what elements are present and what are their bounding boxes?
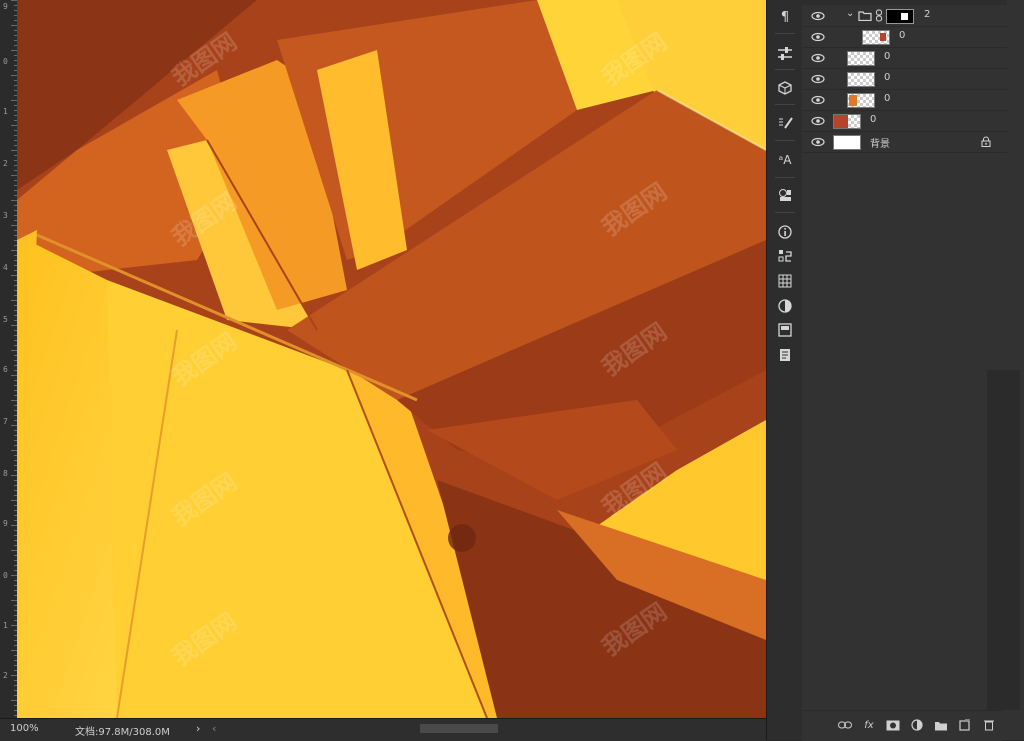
ruler-label: 9	[3, 519, 8, 528]
layer-thumbnail[interactable]	[847, 93, 875, 108]
link-icon[interactable]	[875, 9, 883, 22]
chevron-down-icon[interactable]: ⌄	[846, 8, 854, 19]
adjust-sliders-icon[interactable]	[776, 44, 794, 62]
background-layer-row[interactable]: 背景	[802, 132, 1007, 153]
grid-icon[interactable]	[776, 272, 794, 290]
ruler-label: 0	[3, 571, 8, 580]
layer-thumbnail[interactable]	[847, 51, 875, 66]
visibility-eye-icon[interactable]	[811, 52, 825, 64]
ruler-label: 3	[3, 211, 8, 220]
layer-name[interactable]: 0	[884, 72, 890, 83]
visibility-eye-icon[interactable]	[811, 94, 825, 106]
new-layer-icon[interactable]	[958, 719, 972, 731]
paragraph-icon[interactable]: ¶	[776, 8, 794, 26]
visibility-eye-icon[interactable]	[811, 10, 825, 22]
layer-row[interactable]: 0	[802, 111, 1007, 132]
layer-row[interactable]: 0	[802, 69, 1007, 90]
history-icon[interactable]	[776, 247, 794, 265]
adjustments-icon[interactable]	[776, 297, 794, 315]
character-styles-icon[interactable]: ᵃA	[776, 151, 794, 169]
layer-group-row[interactable]: ⌄ 2	[802, 6, 1007, 27]
layer-thumbnail[interactable]	[862, 30, 890, 45]
layer-thumbnail[interactable]	[833, 135, 861, 150]
layer-name[interactable]: 背景	[870, 135, 890, 150]
ruler-label: 6	[3, 365, 8, 374]
building-photo	[17, 0, 766, 718]
layer-mask-thumbnail[interactable]	[886, 9, 914, 24]
layers-panel-toolbar: fx	[802, 710, 1002, 741]
layer-thumbnail[interactable]	[833, 114, 861, 129]
add-mask-icon[interactable]	[886, 719, 900, 731]
properties-icon[interactable]	[776, 321, 794, 339]
layer-style-fx-icon[interactable]: fx	[862, 719, 876, 731]
folder-icon	[858, 11, 872, 21]
doc-size-info: 文档:97.8M/308.0M	[75, 727, 170, 738]
new-group-icon[interactable]	[934, 719, 948, 731]
scroll-left-icon[interactable]: ‹	[212, 722, 216, 735]
ruler-label: 4	[3, 263, 8, 272]
horizontal-scrollbar-thumb[interactable]	[420, 724, 498, 733]
layer-name[interactable]: 0	[870, 114, 876, 125]
3d-cube-icon[interactable]	[776, 79, 794, 97]
notes-icon[interactable]	[776, 346, 794, 364]
ruler-label: 2	[3, 159, 8, 168]
visibility-eye-icon[interactable]	[811, 115, 825, 127]
ruler-label: 5	[3, 315, 8, 324]
visibility-eye-icon[interactable]	[811, 136, 825, 148]
delete-layer-icon[interactable]	[982, 719, 996, 731]
vertical-ruler[interactable]: 9 0 1 2 3 4 5 6 7 8 9 0 1 2	[0, 0, 18, 718]
layer-row[interactable]: 0	[802, 48, 1007, 69]
ruler-label: 7	[3, 417, 8, 426]
status-bar: 100% 文档:97.8M/308.0M › ‹	[0, 718, 766, 741]
ruler-label: 9	[3, 2, 8, 11]
layer-name[interactable]: 0	[884, 93, 890, 104]
document-canvas[interactable]: 我图网 我图网 我图网 我图网 我图网 我图网 我图网 我图网 我图网 我图网	[17, 0, 766, 718]
zoom-level[interactable]: 100%	[10, 723, 39, 734]
layer-name[interactable]: 0	[884, 51, 890, 62]
layer-row[interactable]: 0	[802, 27, 1007, 48]
layers-panel-scrollbar[interactable]	[987, 370, 1020, 710]
adjustment-layer-icon[interactable]	[910, 719, 924, 731]
layer-name[interactable]: 2	[924, 9, 930, 20]
ruler-label: 0	[3, 57, 8, 66]
link-layers-icon[interactable]	[838, 719, 852, 731]
layer-name[interactable]: 0	[899, 30, 905, 41]
info-icon[interactable]	[776, 223, 794, 241]
visibility-eye-icon[interactable]	[811, 73, 825, 85]
layer-row[interactable]: 0	[802, 90, 1007, 111]
layer-thumbnail[interactable]	[847, 72, 875, 87]
ruler-label: 1	[3, 621, 8, 630]
ruler-label: 2	[3, 671, 8, 680]
ruler-label: 8	[3, 469, 8, 478]
lock-icon[interactable]	[981, 136, 991, 147]
status-menu-arrow-icon[interactable]: ›	[196, 722, 200, 735]
panel-dock-strip: ¶ ᵃA	[766, 0, 804, 740]
clone-source-icon[interactable]	[776, 186, 794, 204]
visibility-eye-icon[interactable]	[811, 31, 825, 43]
brush-presets-icon[interactable]	[776, 114, 794, 132]
ruler-label: 1	[3, 107, 8, 116]
